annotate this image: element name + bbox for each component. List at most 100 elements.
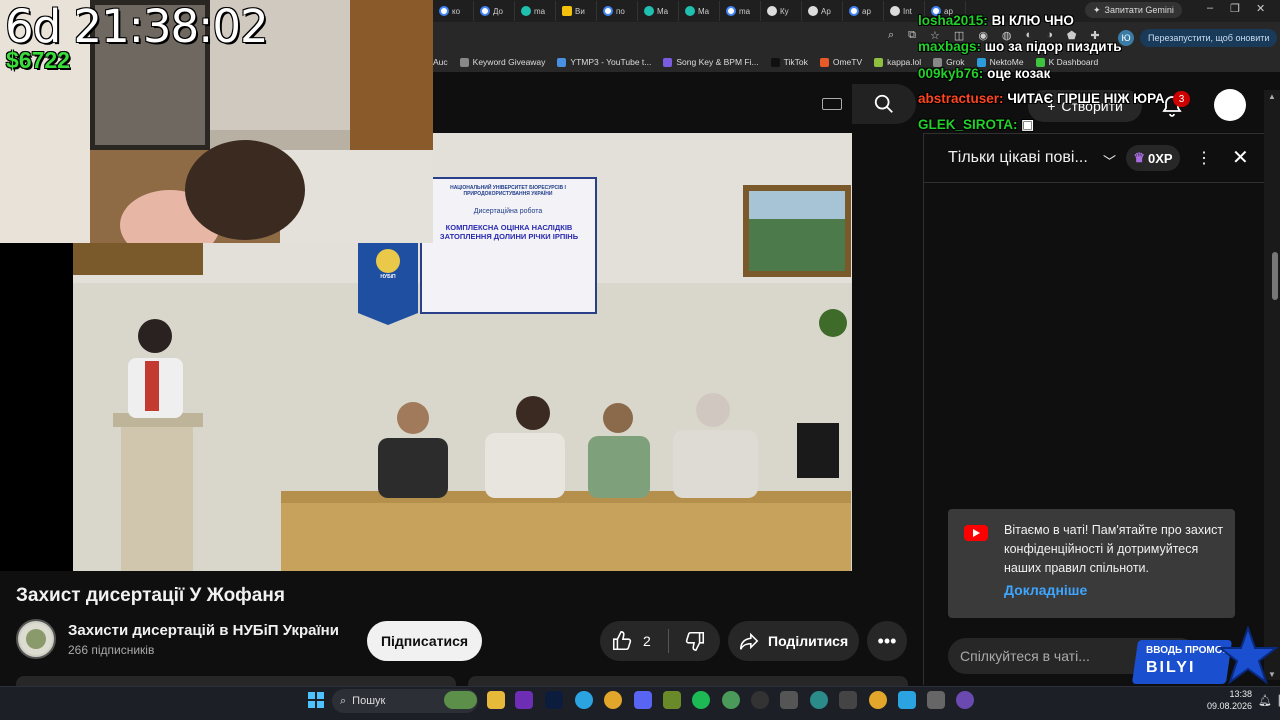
- like-button[interactable]: 2: [600, 621, 668, 661]
- browser-tab[interactable]: ар: [843, 1, 884, 21]
- telegram-icon[interactable]: [575, 691, 593, 709]
- google-icon: [603, 6, 613, 16]
- promo-code: BILYI: [1146, 659, 1196, 676]
- overlay-chat-message: losha2015: ВІ КЛЮ ЧНО: [918, 13, 1074, 28]
- scrollbar-thumb[interactable]: [1272, 252, 1278, 300]
- relaunch-button[interactable]: Перезапустити, щоб оновити: [1140, 29, 1278, 47]
- maximize-icon[interactable]: ❐: [1230, 2, 1240, 15]
- bookmark[interactable]: Song Key & BPM Fi...: [663, 57, 759, 67]
- scroll-up-arrow[interactable]: ▲: [1268, 92, 1276, 101]
- bookmark[interactable]: OmeTV: [819, 57, 862, 67]
- search-button[interactable]: [852, 84, 916, 124]
- bookmark-icon: [819, 57, 829, 67]
- site-icon: [644, 6, 654, 16]
- bookmark[interactable]: Keyword Giveaway: [459, 57, 545, 67]
- subscribe-button[interactable]: Підписатися: [367, 621, 482, 661]
- description-box[interactable]: [468, 676, 908, 686]
- bookmark[interactable]: TikTok: [770, 57, 808, 67]
- page-scrollbar[interactable]: [1264, 90, 1280, 680]
- xp-badge[interactable]: ♛ 0XP: [1126, 145, 1180, 171]
- browser-tab[interactable]: Ma: [679, 1, 720, 21]
- browser-tab[interactable]: До: [474, 1, 515, 21]
- browser-tab[interactable]: Ар: [802, 1, 843, 21]
- terminal-icon[interactable]: [839, 691, 857, 709]
- browser-tab[interactable]: Ви: [556, 1, 597, 21]
- dislike-button[interactable]: [669, 621, 720, 661]
- photoshop-icon[interactable]: [545, 691, 563, 709]
- show-desktop-icon[interactable]: ▕: [1272, 696, 1280, 707]
- windows-start-icon[interactable]: [308, 692, 324, 708]
- bookmarks-bar: Auc Keyword Giveaway YTMP3 - YouTube t..…: [433, 52, 1280, 72]
- bookmark-icon: [557, 57, 567, 67]
- minimize-icon[interactable]: –: [1207, 2, 1213, 14]
- chrome-icon[interactable]: [604, 691, 622, 709]
- app-icon[interactable]: [780, 691, 798, 709]
- twitch-icon[interactable]: [515, 691, 533, 709]
- tiktok-icon: [770, 57, 780, 67]
- obs-icon[interactable]: [751, 691, 769, 709]
- share-arrow-icon: [739, 632, 759, 650]
- channel-avatar[interactable]: [16, 619, 56, 659]
- learn-more-link[interactable]: Докладніше: [1004, 582, 1087, 598]
- google-icon: [849, 6, 859, 16]
- channel-name[interactable]: Захисти дисертацій в НУБіП України: [68, 622, 339, 639]
- keyboard-icon[interactable]: [822, 98, 842, 110]
- gemini-icon: ✦: [1093, 4, 1101, 15]
- bookmark[interactable]: YTMP3 - YouTube t...: [557, 57, 651, 67]
- zoom-icon[interactable]: ⌕: [888, 29, 894, 42]
- site-icon: [562, 6, 572, 16]
- cast-icon[interactable]: ⧉: [908, 29, 916, 42]
- taskbar-date[interactable]: 09.08.2026: [1205, 701, 1252, 711]
- overlay-chat-message: maxbags: шо за підор пиздить: [918, 39, 1122, 54]
- site-icon: [767, 6, 777, 16]
- site-icon: [808, 6, 818, 16]
- media-player-icon[interactable]: [956, 691, 974, 709]
- calculator-icon[interactable]: [927, 691, 945, 709]
- browser-tab[interactable]: ко: [433, 1, 474, 21]
- chevron-down-icon[interactable]: ﹀: [1103, 151, 1116, 170]
- edge-icon[interactable]: [810, 691, 828, 709]
- chat-mode-selector[interactable]: Тільки цікаві пові...: [948, 149, 1088, 167]
- close-window-icon[interactable]: ✕: [1256, 2, 1265, 15]
- bookmark-icon: [874, 57, 884, 67]
- file-explorer-icon[interactable]: [487, 691, 505, 709]
- chrome-profile-icon[interactable]: [722, 691, 740, 709]
- more-horizontal-icon: •••: [877, 630, 897, 651]
- taskbar-time[interactable]: 13:38: [1212, 689, 1252, 699]
- browser-tab[interactable]: ma: [515, 1, 556, 21]
- chat-welcome-text: Вітаємо в чаті! Пам'ятайте про захист ко…: [1004, 523, 1224, 575]
- description-box[interactable]: [16, 676, 456, 686]
- donation-total: $6722: [6, 47, 70, 73]
- star-logo-icon: [1218, 626, 1278, 685]
- bookmark[interactable]: kappa.lol: [874, 57, 921, 67]
- google-icon: [480, 6, 490, 16]
- app-icon[interactable]: [663, 691, 681, 709]
- overlay-chat-message: 009kyb76: оце козак: [918, 66, 1051, 81]
- crown-icon: ♛: [1133, 150, 1146, 165]
- bookmark-icon: [663, 57, 673, 67]
- share-button[interactable]: Поділитися: [728, 621, 859, 661]
- notification-bell-icon[interactable]: 🔔︎: [1258, 694, 1272, 707]
- browser-tab[interactable]: Ку: [761, 1, 802, 21]
- browser-tab[interactable]: ma: [720, 1, 761, 21]
- more-actions-button[interactable]: •••: [867, 621, 907, 661]
- close-chat-icon[interactable]: ✕: [1232, 145, 1249, 170]
- user-avatar[interactable]: [1214, 89, 1246, 121]
- notification-count-badge: 3: [1173, 91, 1190, 107]
- slide-university: НАЦІОНАЛЬНИЙ УНІВЕРСИТЕТ БІОРЕСУРСІВ І П…: [450, 185, 566, 197]
- site-icon: [521, 6, 531, 16]
- chat-menu-icon[interactable]: ⋮: [1196, 148, 1212, 168]
- browser-tab[interactable]: по: [597, 1, 638, 21]
- search-icon: [874, 94, 893, 113]
- browser-tab[interactable]: Ma: [638, 1, 679, 21]
- gemini-button[interactable]: ✦ Запитати Gemini: [1085, 2, 1182, 18]
- channel-logo-icon: [20, 623, 52, 655]
- discord-icon[interactable]: [634, 691, 652, 709]
- telegram-icon[interactable]: [898, 691, 916, 709]
- promo-line1: ВВОДЬ ПРОМО:: [1146, 645, 1226, 656]
- chrome-icon[interactable]: [869, 691, 887, 709]
- bookmark[interactable]: Auc: [433, 57, 448, 67]
- site-icon: [890, 6, 900, 16]
- slide-topic: КОМПЛЕКСНА ОЦІНКА НАСЛІДКІВ ЗАТОПЛЕННЯ Д…: [439, 223, 579, 241]
- spotify-icon[interactable]: [692, 691, 710, 709]
